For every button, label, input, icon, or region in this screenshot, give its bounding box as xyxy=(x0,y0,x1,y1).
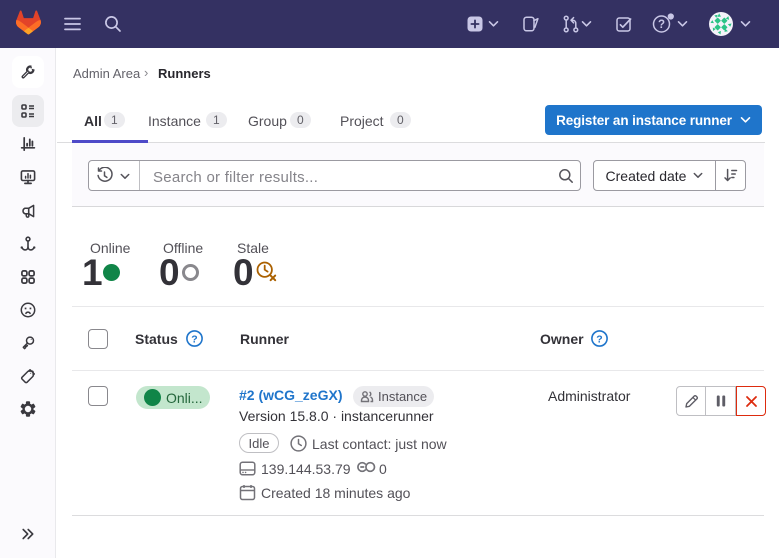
svg-text:?: ? xyxy=(596,334,602,346)
svg-text:?: ? xyxy=(658,19,665,31)
svg-text:?: ? xyxy=(191,334,197,346)
